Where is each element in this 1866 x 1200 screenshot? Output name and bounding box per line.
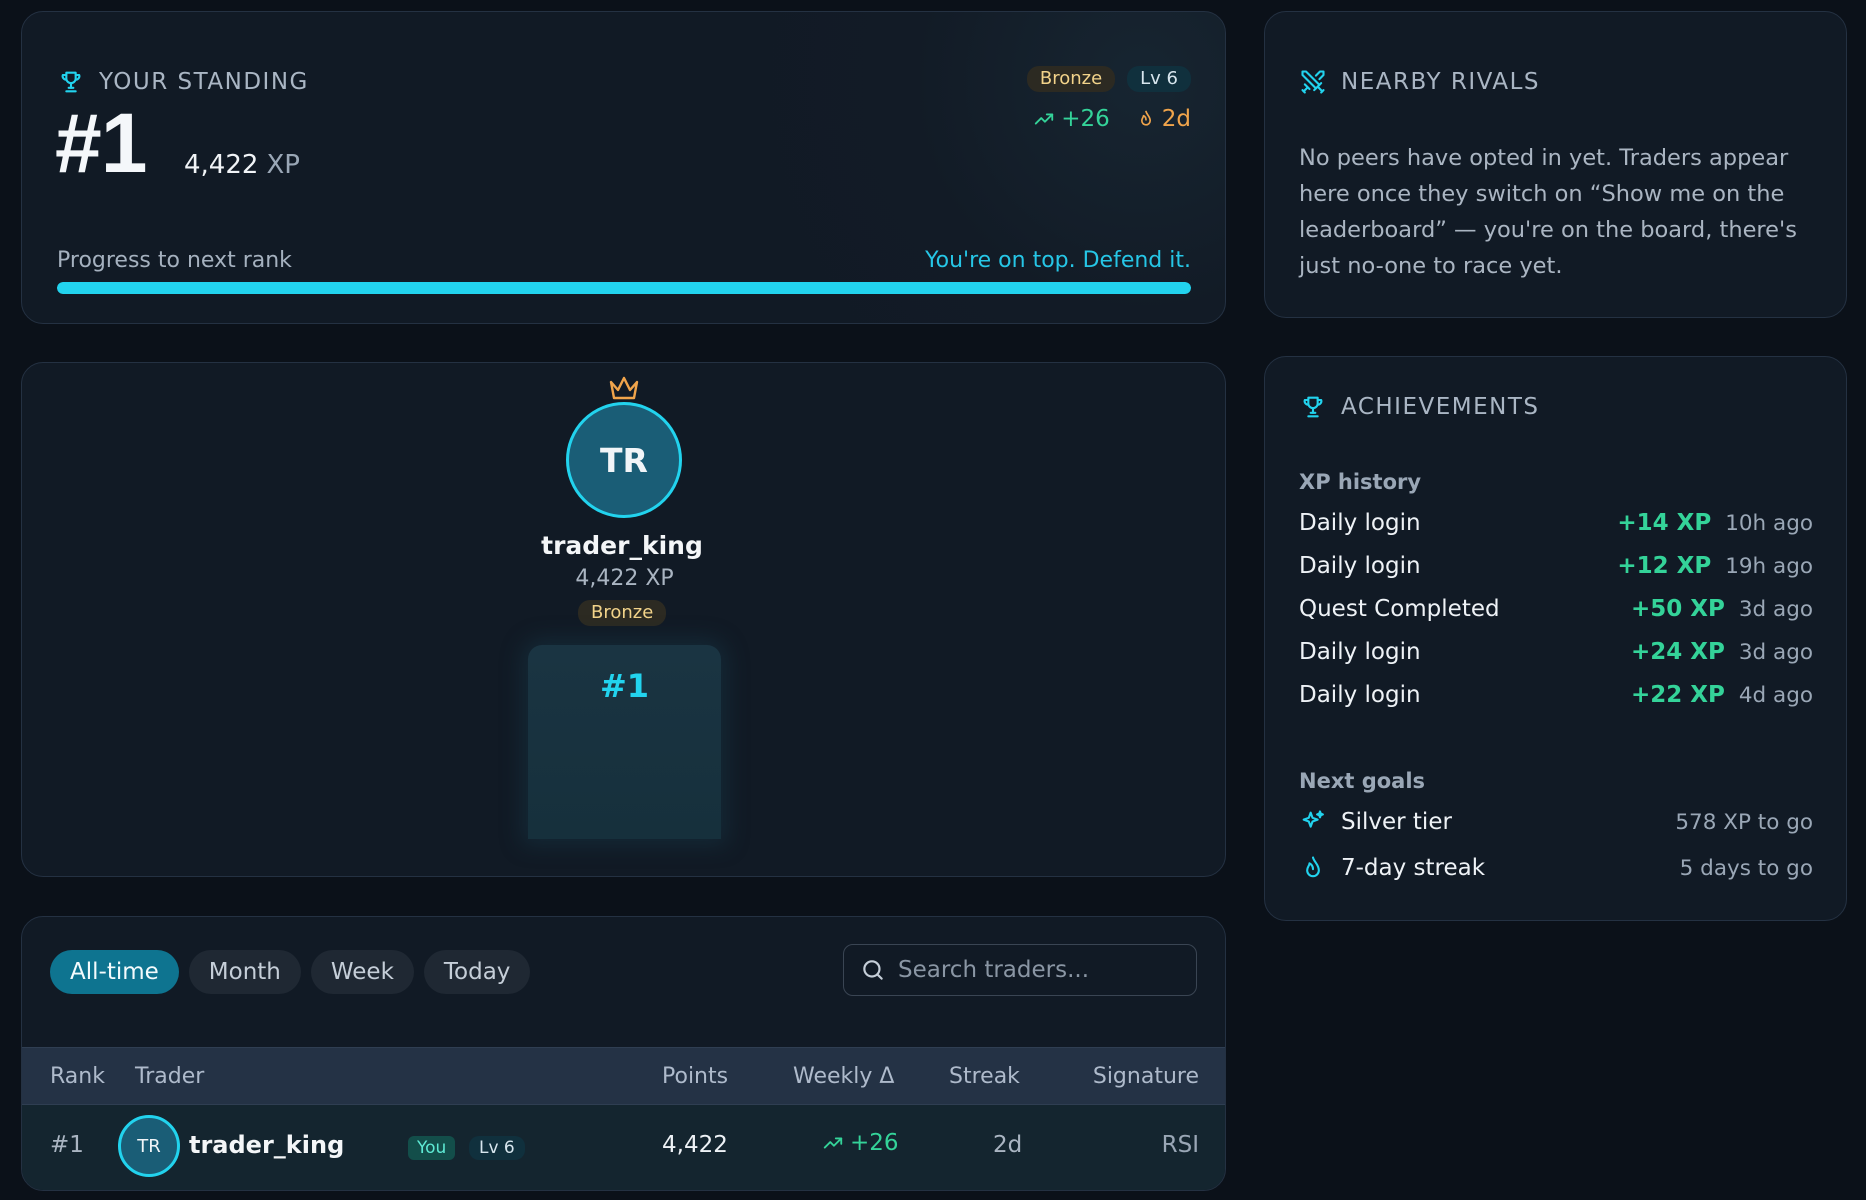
row-avatar[interactable]: TR — [118, 1115, 180, 1177]
podium-card: TR trader_king 4,422 XP Bronze #1 — [21, 362, 1226, 877]
column-weekly-change[interactable]: Weekly Δ — [793, 1064, 894, 1089]
swords-icon — [1301, 70, 1325, 94]
trending-up-icon — [823, 1137, 843, 1149]
search-icon — [863, 960, 883, 980]
progress-label: Progress to next rank — [57, 248, 292, 273]
total-xp: 4,422 XP — [184, 150, 300, 180]
standing-badges: Bronze Lv 6 — [1026, 66, 1191, 92]
row-level-badge: Lv 6 — [469, 1136, 525, 1160]
rivals-header: NEARBY RIVALS — [1299, 68, 1540, 96]
tab-all-time[interactable]: All-time — [50, 950, 179, 994]
streak-count: 2d — [1136, 106, 1191, 132]
xp-history-title: XP history — [1299, 470, 1422, 494]
search-input[interactable] — [898, 957, 1178, 983]
list-item: Daily login +22 XP 4d ago — [1299, 677, 1813, 713]
tab-month[interactable]: Month — [188, 950, 301, 994]
list-item: Quest Completed +50 XP 3d ago — [1299, 591, 1813, 627]
standing-card: YOUR STANDING #1 4,422 XP Bronze Lv 6 +26… — [21, 11, 1226, 324]
level-badge: Lv 6 — [1127, 66, 1191, 92]
flame-icon — [1306, 856, 1320, 878]
trophy-icon — [1303, 396, 1323, 418]
list-item: Daily login +12 XP 19h ago — [1299, 548, 1813, 584]
sparkles-icon — [1302, 810, 1324, 828]
history-time: 10h ago — [1725, 510, 1813, 536]
history-amount: +12 XP — [1617, 553, 1712, 579]
standing-title: YOUR STANDING — [99, 69, 309, 95]
standing-stats: +26 2d — [1033, 106, 1191, 132]
history-time: 3d ago — [1738, 596, 1813, 622]
achievements-card: ACHIEVEMENTS XP history Daily login +14 … — [1264, 356, 1847, 921]
row-streak: 2d — [993, 1132, 1023, 1158]
podium-name[interactable]: trader_king — [22, 531, 1225, 560]
podium-tier-badge: Bronze — [578, 600, 667, 626]
history-amount: +14 XP — [1617, 510, 1712, 536]
table-row[interactable]: #1 TR trader_king You Lv 6 4,422 +26 2d … — [22, 1105, 1225, 1190]
leaderboard-card: All-time Month Week Today Rank Trader Po… — [21, 916, 1226, 1191]
podium-xp: 4,422 XP — [575, 566, 674, 591]
history-amount: +50 XP — [1630, 596, 1725, 622]
achievements-title: ACHIEVEMENTS — [1341, 394, 1540, 420]
history-label: Daily login — [1299, 510, 1421, 536]
column-points[interactable]: Points — [662, 1064, 728, 1089]
tab-today[interactable]: Today — [423, 950, 531, 994]
xp-unit: XP — [266, 150, 300, 180]
table-header: Rank Trader Points Weekly Δ Streak Signa… — [22, 1047, 1225, 1105]
nearby-rivals-card: NEARBY RIVALS No peers have opted in yet… — [1264, 11, 1847, 318]
history-time: 4d ago — [1738, 682, 1813, 708]
trophy-icon — [61, 71, 81, 93]
weekly-change-value: +26 — [1061, 106, 1110, 132]
trending-up-icon — [1035, 113, 1054, 125]
podium-step-first: #1 — [528, 645, 721, 839]
xp-value: 4,422 — [184, 150, 259, 180]
goal-remaining: 578 XP to go — [1675, 809, 1813, 835]
rivals-empty-message: No peers have opted in yet. Traders appe… — [1299, 145, 1797, 279]
column-trader[interactable]: Trader — [135, 1064, 204, 1089]
crown-icon — [609, 376, 639, 400]
column-streak[interactable]: Streak — [949, 1064, 1020, 1089]
tab-week[interactable]: Week — [310, 950, 414, 994]
weekly-change: +26 — [1033, 106, 1110, 132]
column-rank[interactable]: Rank — [50, 1064, 105, 1089]
row-signature: RSI — [1161, 1132, 1199, 1158]
search-box[interactable] — [843, 944, 1197, 996]
flame-icon — [1140, 110, 1151, 126]
history-label: Daily login — [1299, 553, 1421, 579]
current-rank: #1 — [55, 96, 147, 190]
podium-avatar[interactable]: TR — [566, 402, 682, 518]
history-amount: +24 XP — [1630, 639, 1725, 665]
row-weekly-change: +26 — [822, 1130, 899, 1156]
progress-message: You're on top. Defend it. — [925, 248, 1191, 273]
period-tabs: All-time Month Week Today — [50, 950, 531, 994]
goal-remaining: 5 days to go — [1679, 855, 1813, 881]
list-item: Daily login +24 XP 3d ago — [1299, 634, 1813, 670]
standing-header: YOUR STANDING — [57, 68, 309, 96]
achievements-header: ACHIEVEMENTS — [1299, 393, 1540, 421]
streak-value: 2d — [1161, 106, 1191, 132]
history-label: Quest Completed — [1299, 596, 1500, 622]
column-signature[interactable]: Signature — [1093, 1064, 1199, 1089]
next-goals-title: Next goals — [1299, 769, 1426, 793]
goal-item: 7-day streak 5 days to go — [1299, 848, 1813, 888]
goal-label: 7-day streak — [1341, 855, 1486, 881]
row-trader-name[interactable]: trader_king — [189, 1131, 344, 1159]
rivals-title: NEARBY RIVALS — [1341, 69, 1541, 95]
row-points: 4,422 — [662, 1132, 728, 1158]
goal-item: Silver tier 578 XP to go — [1299, 802, 1813, 842]
history-label: Daily login — [1299, 682, 1421, 708]
history-label: Daily login — [1299, 639, 1421, 665]
history-amount: +22 XP — [1630, 682, 1725, 708]
you-badge: You — [408, 1136, 456, 1160]
rank-progress-fill — [57, 282, 1191, 294]
list-item: Daily login +14 XP 10h ago — [1299, 505, 1813, 541]
rank-progress-bar — [57, 282, 1191, 294]
podium-rank: #1 — [599, 667, 650, 705]
row-weekly-value: +26 — [850, 1130, 899, 1156]
history-time: 3d ago — [1738, 639, 1813, 665]
goal-label: Silver tier — [1341, 809, 1452, 835]
history-time: 19h ago — [1725, 553, 1813, 579]
row-rank: #1 — [50, 1132, 84, 1158]
tier-badge: Bronze — [1026, 66, 1116, 92]
